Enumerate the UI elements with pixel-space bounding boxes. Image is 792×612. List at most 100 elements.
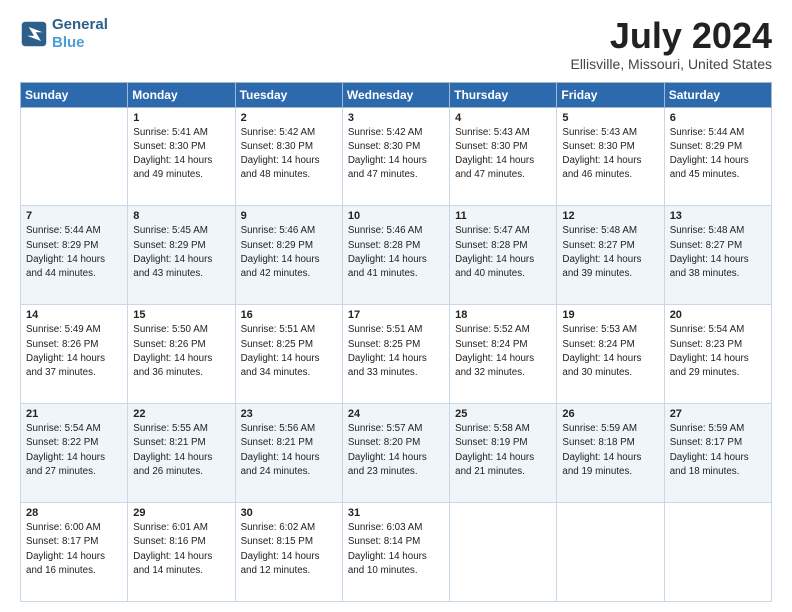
day-info: Sunrise: 5:55 AMSunset: 8:21 PMDaylight:… — [133, 423, 212, 477]
day-number: 10 — [348, 210, 444, 222]
calendar-cell: 28 Sunrise: 6:00 AMSunset: 8:17 PMDaylig… — [21, 503, 128, 602]
logo-line2: Blue — [52, 34, 108, 52]
day-number: 19 — [562, 309, 658, 321]
calendar-cell: 24 Sunrise: 5:57 AMSunset: 8:20 PMDaylig… — [342, 404, 449, 503]
calendar-cell: 18 Sunrise: 5:52 AMSunset: 8:24 PMDaylig… — [450, 305, 557, 404]
calendar-header-row: Sunday Monday Tuesday Wednesday Thursday… — [21, 82, 772, 107]
day-info: Sunrise: 5:48 AMSunset: 8:27 PMDaylight:… — [562, 225, 641, 279]
day-info: Sunrise: 6:01 AMSunset: 8:16 PMDaylight:… — [133, 522, 212, 576]
day-info: Sunrise: 5:51 AMSunset: 8:25 PMDaylight:… — [348, 324, 427, 378]
page: General Blue July 2024 Ellisville, Misso… — [0, 0, 792, 612]
day-number: 17 — [348, 309, 444, 321]
calendar-cell: 20 Sunrise: 5:54 AMSunset: 8:23 PMDaylig… — [664, 305, 771, 404]
day-info: Sunrise: 5:53 AMSunset: 8:24 PMDaylight:… — [562, 324, 641, 378]
day-number: 4 — [455, 112, 551, 124]
day-info: Sunrise: 5:49 AMSunset: 8:26 PMDaylight:… — [26, 324, 105, 378]
day-number: 7 — [26, 210, 122, 222]
calendar-cell: 7 Sunrise: 5:44 AMSunset: 8:29 PMDayligh… — [21, 206, 128, 305]
day-number: 13 — [670, 210, 766, 222]
day-number: 11 — [455, 210, 551, 222]
calendar-cell: 5 Sunrise: 5:43 AMSunset: 8:30 PMDayligh… — [557, 107, 664, 206]
day-info: Sunrise: 5:46 AMSunset: 8:28 PMDaylight:… — [348, 225, 427, 279]
logo-text: General Blue — [52, 16, 108, 52]
day-info: Sunrise: 5:59 AMSunset: 8:17 PMDaylight:… — [670, 423, 749, 477]
calendar-cell: 2 Sunrise: 5:42 AMSunset: 8:30 PMDayligh… — [235, 107, 342, 206]
day-number: 9 — [241, 210, 337, 222]
calendar-cell — [557, 503, 664, 602]
calendar-cell: 15 Sunrise: 5:50 AMSunset: 8:26 PMDaylig… — [128, 305, 235, 404]
day-info: Sunrise: 5:58 AMSunset: 8:19 PMDaylight:… — [455, 423, 534, 477]
title-block: July 2024 Ellisville, Missouri, United S… — [570, 16, 772, 72]
col-saturday: Saturday — [664, 82, 771, 107]
day-number: 18 — [455, 309, 551, 321]
calendar-cell: 31 Sunrise: 6:03 AMSunset: 8:14 PMDaylig… — [342, 503, 449, 602]
col-tuesday: Tuesday — [235, 82, 342, 107]
calendar-cell: 29 Sunrise: 6:01 AMSunset: 8:16 PMDaylig… — [128, 503, 235, 602]
day-number: 21 — [26, 408, 122, 420]
day-info: Sunrise: 5:52 AMSunset: 8:24 PMDaylight:… — [455, 324, 534, 378]
day-number: 16 — [241, 309, 337, 321]
day-info: Sunrise: 5:41 AMSunset: 8:30 PMDaylight:… — [133, 127, 212, 181]
calendar-cell: 4 Sunrise: 5:43 AMSunset: 8:30 PMDayligh… — [450, 107, 557, 206]
day-info: Sunrise: 5:44 AMSunset: 8:29 PMDaylight:… — [26, 225, 105, 279]
day-number: 15 — [133, 309, 229, 321]
calendar-cell: 16 Sunrise: 5:51 AMSunset: 8:25 PMDaylig… — [235, 305, 342, 404]
day-number: 5 — [562, 112, 658, 124]
day-info: Sunrise: 5:42 AMSunset: 8:30 PMDaylight:… — [241, 127, 320, 181]
calendar-cell: 30 Sunrise: 6:02 AMSunset: 8:15 PMDaylig… — [235, 503, 342, 602]
day-number: 3 — [348, 112, 444, 124]
logo-icon — [20, 20, 48, 48]
day-number: 24 — [348, 408, 444, 420]
day-number: 29 — [133, 507, 229, 519]
day-info: Sunrise: 5:44 AMSunset: 8:29 PMDaylight:… — [670, 127, 749, 181]
day-info: Sunrise: 6:03 AMSunset: 8:14 PMDaylight:… — [348, 522, 427, 576]
calendar-cell — [450, 503, 557, 602]
calendar-week-4: 21 Sunrise: 5:54 AMSunset: 8:22 PMDaylig… — [21, 404, 772, 503]
day-info: Sunrise: 5:47 AMSunset: 8:28 PMDaylight:… — [455, 225, 534, 279]
calendar-week-1: 1 Sunrise: 5:41 AMSunset: 8:30 PMDayligh… — [21, 107, 772, 206]
day-number: 20 — [670, 309, 766, 321]
calendar-cell: 1 Sunrise: 5:41 AMSunset: 8:30 PMDayligh… — [128, 107, 235, 206]
day-number: 14 — [26, 309, 122, 321]
day-number: 12 — [562, 210, 658, 222]
day-info: Sunrise: 5:43 AMSunset: 8:30 PMDaylight:… — [455, 127, 534, 181]
day-info: Sunrise: 5:51 AMSunset: 8:25 PMDaylight:… — [241, 324, 320, 378]
day-info: Sunrise: 6:02 AMSunset: 8:15 PMDaylight:… — [241, 522, 320, 576]
calendar-cell: 17 Sunrise: 5:51 AMSunset: 8:25 PMDaylig… — [342, 305, 449, 404]
day-number: 22 — [133, 408, 229, 420]
day-number: 27 — [670, 408, 766, 420]
main-title: July 2024 — [570, 16, 772, 56]
day-info: Sunrise: 5:54 AMSunset: 8:23 PMDaylight:… — [670, 324, 749, 378]
col-thursday: Thursday — [450, 82, 557, 107]
day-info: Sunrise: 6:00 AMSunset: 8:17 PMDaylight:… — [26, 522, 105, 576]
calendar-cell: 14 Sunrise: 5:49 AMSunset: 8:26 PMDaylig… — [21, 305, 128, 404]
calendar-week-2: 7 Sunrise: 5:44 AMSunset: 8:29 PMDayligh… — [21, 206, 772, 305]
day-number: 23 — [241, 408, 337, 420]
col-monday: Monday — [128, 82, 235, 107]
calendar-cell — [21, 107, 128, 206]
day-number: 28 — [26, 507, 122, 519]
day-info: Sunrise: 5:59 AMSunset: 8:18 PMDaylight:… — [562, 423, 641, 477]
day-info: Sunrise: 5:46 AMSunset: 8:29 PMDaylight:… — [241, 225, 320, 279]
day-number: 2 — [241, 112, 337, 124]
calendar-cell: 26 Sunrise: 5:59 AMSunset: 8:18 PMDaylig… — [557, 404, 664, 503]
day-number: 6 — [670, 112, 766, 124]
logo: General Blue — [20, 16, 108, 52]
calendar-week-5: 28 Sunrise: 6:00 AMSunset: 8:17 PMDaylig… — [21, 503, 772, 602]
day-number: 1 — [133, 112, 229, 124]
calendar-table: Sunday Monday Tuesday Wednesday Thursday… — [20, 82, 772, 602]
calendar-cell: 27 Sunrise: 5:59 AMSunset: 8:17 PMDaylig… — [664, 404, 771, 503]
calendar-cell: 3 Sunrise: 5:42 AMSunset: 8:30 PMDayligh… — [342, 107, 449, 206]
col-sunday: Sunday — [21, 82, 128, 107]
calendar-cell: 9 Sunrise: 5:46 AMSunset: 8:29 PMDayligh… — [235, 206, 342, 305]
col-friday: Friday — [557, 82, 664, 107]
day-info: Sunrise: 5:42 AMSunset: 8:30 PMDaylight:… — [348, 127, 427, 181]
header: General Blue July 2024 Ellisville, Misso… — [20, 16, 772, 72]
calendar-cell: 13 Sunrise: 5:48 AMSunset: 8:27 PMDaylig… — [664, 206, 771, 305]
calendar-cell: 21 Sunrise: 5:54 AMSunset: 8:22 PMDaylig… — [21, 404, 128, 503]
day-info: Sunrise: 5:54 AMSunset: 8:22 PMDaylight:… — [26, 423, 105, 477]
calendar-cell: 11 Sunrise: 5:47 AMSunset: 8:28 PMDaylig… — [450, 206, 557, 305]
subtitle: Ellisville, Missouri, United States — [570, 56, 772, 72]
day-number: 26 — [562, 408, 658, 420]
calendar-cell: 12 Sunrise: 5:48 AMSunset: 8:27 PMDaylig… — [557, 206, 664, 305]
